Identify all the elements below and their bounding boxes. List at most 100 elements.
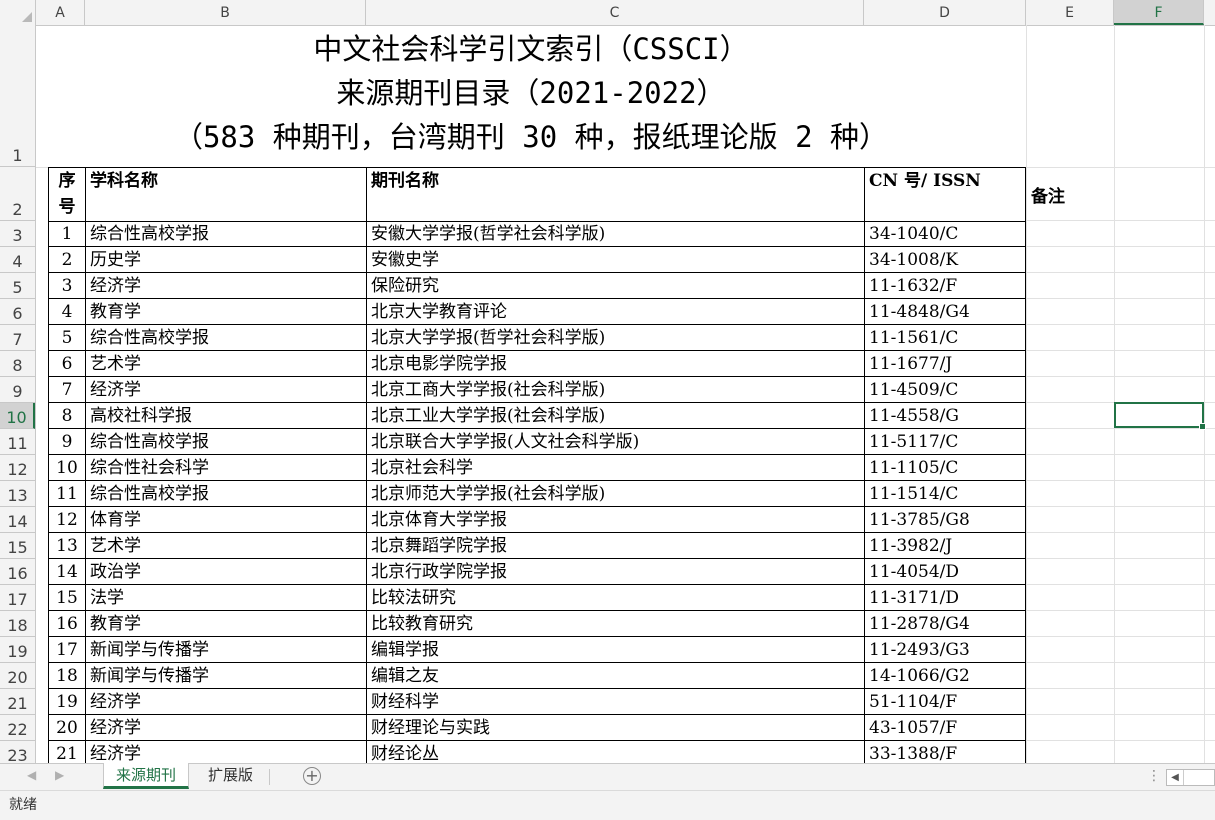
- header-subject[interactable]: 学科名称: [85, 168, 366, 222]
- cell-journal[interactable]: 北京师范大学学报(社会科学版): [366, 481, 864, 507]
- cell-cn[interactable]: 11-4848/G4: [864, 299, 1026, 325]
- cell-seq[interactable]: 16: [48, 611, 85, 637]
- row-header-13[interactable]: 13: [0, 481, 35, 507]
- prev-sheet-icon[interactable]: ◀: [27, 768, 36, 782]
- cell-cn[interactable]: 11-4558/G: [864, 403, 1026, 429]
- cell-subject[interactable]: 新闻学与传播学: [85, 663, 366, 689]
- cell-subject[interactable]: 艺术学: [85, 351, 366, 377]
- cell-subject[interactable]: 综合性高校学报: [85, 481, 366, 507]
- column-header-b[interactable]: B: [85, 0, 366, 25]
- cell-seq[interactable]: 19: [48, 689, 85, 715]
- cell-seq[interactable]: 17: [48, 637, 85, 663]
- cell-subject[interactable]: 综合性社会科学: [85, 455, 366, 481]
- cell-seq[interactable]: 7: [48, 377, 85, 403]
- row-header-21[interactable]: 21: [0, 689, 35, 715]
- cell-journal[interactable]: 财经论丛: [366, 741, 864, 763]
- cell-cn[interactable]: 11-4509/C: [864, 377, 1026, 403]
- cell-seq[interactable]: 10: [48, 455, 85, 481]
- cell-cn[interactable]: 11-2878/G4: [864, 611, 1026, 637]
- cell-subject[interactable]: 历史学: [85, 247, 366, 273]
- row-header-5[interactable]: 5: [0, 273, 35, 299]
- sheet-tab-extended[interactable]: 扩展版: [196, 763, 265, 789]
- cell-journal[interactable]: 安徽大学学报(哲学社会科学版): [366, 221, 864, 247]
- cell-subject[interactable]: 新闻学与传播学: [85, 637, 366, 663]
- row-header-20[interactable]: 20: [0, 663, 35, 689]
- cell-cn[interactable]: 11-4054/D: [864, 559, 1026, 585]
- cell-cn[interactable]: 51-1104/F: [864, 689, 1026, 715]
- cell-cn[interactable]: 33-1388/F: [864, 741, 1026, 763]
- cell-seq[interactable]: 13: [48, 533, 85, 559]
- more-options-icon[interactable]: ⋮: [1147, 768, 1161, 784]
- cell-cn[interactable]: 11-3982/J: [864, 533, 1026, 559]
- cell-subject[interactable]: 经济学: [85, 273, 366, 299]
- cell-subject[interactable]: 教育学: [85, 611, 366, 637]
- cell-cn[interactable]: 11-5117/C: [864, 429, 1026, 455]
- cell-seq[interactable]: 15: [48, 585, 85, 611]
- cell-journal[interactable]: 北京电影学院学报: [366, 351, 864, 377]
- row-header-10[interactable]: 10: [0, 403, 35, 429]
- cell-subject[interactable]: 综合性高校学报: [85, 429, 366, 455]
- cell-cn[interactable]: 11-3171/D: [864, 585, 1026, 611]
- column-header-a[interactable]: A: [36, 0, 85, 25]
- header-cn[interactable]: CN 号/ ISSN: [864, 168, 1026, 222]
- cell-seq[interactable]: 11: [48, 481, 85, 507]
- cell-subject[interactable]: 综合性高校学报: [85, 221, 366, 247]
- cell-cn[interactable]: 11-1514/C: [864, 481, 1026, 507]
- row-header-12[interactable]: 12: [0, 455, 35, 481]
- cell-journal[interactable]: 北京大学学报(哲学社会科学版): [366, 325, 864, 351]
- cell-journal[interactable]: 北京舞蹈学院学报: [366, 533, 864, 559]
- cell-seq[interactable]: 3: [48, 273, 85, 299]
- cell-cn[interactable]: 34-1040/C: [864, 221, 1026, 247]
- select-all-corner[interactable]: [0, 0, 36, 25]
- cell-journal[interactable]: 北京行政学院学报: [366, 559, 864, 585]
- row-header-7[interactable]: 7: [0, 325, 35, 351]
- cell-seq[interactable]: 20: [48, 715, 85, 741]
- cell-journal[interactable]: 北京体育大学学报: [366, 507, 864, 533]
- spreadsheet-grid[interactable]: 中文社会科学引文索引（CSSCI） 来源期刊目录（2021-2022） （583…: [36, 25, 1215, 763]
- row-header-9[interactable]: 9: [0, 377, 35, 403]
- cell-journal[interactable]: 北京联合大学学报(人文社会科学版): [366, 429, 864, 455]
- cell-journal[interactable]: 比较法研究: [366, 585, 864, 611]
- cell-subject[interactable]: 艺术学: [85, 533, 366, 559]
- sheet-tab-source-journals[interactable]: 来源期刊: [103, 763, 190, 789]
- cell-subject[interactable]: 经济学: [85, 741, 366, 763]
- cell-seq[interactable]: 2: [48, 247, 85, 273]
- fill-handle[interactable]: [1199, 423, 1206, 430]
- cell-cn[interactable]: 11-1561/C: [864, 325, 1026, 351]
- cell-journal[interactable]: 北京工商大学学报(社会科学版): [366, 377, 864, 403]
- row-header-1[interactable]: 1: [0, 25, 35, 167]
- cell-seq[interactable]: 5: [48, 325, 85, 351]
- row-header-16[interactable]: 16: [0, 559, 35, 585]
- next-sheet-icon[interactable]: ▶: [55, 768, 64, 782]
- cell-cn[interactable]: 11-2493/G3: [864, 637, 1026, 663]
- cell-subject[interactable]: 教育学: [85, 299, 366, 325]
- row-header-2[interactable]: 2: [0, 167, 35, 221]
- cell-cn[interactable]: 11-1632/F: [864, 273, 1026, 299]
- cell-cn[interactable]: 14-1066/G2: [864, 663, 1026, 689]
- cell-seq[interactable]: 6: [48, 351, 85, 377]
- cell-seq[interactable]: 4: [48, 299, 85, 325]
- row-header-14[interactable]: 14: [0, 507, 35, 533]
- column-header-c[interactable]: C: [366, 0, 864, 25]
- column-header-f[interactable]: F: [1114, 0, 1204, 25]
- row-header-17[interactable]: 17: [0, 585, 35, 611]
- cell-journal[interactable]: 安徽史学: [366, 247, 864, 273]
- cell-journal[interactable]: 北京社会科学: [366, 455, 864, 481]
- column-header-d[interactable]: D: [864, 0, 1026, 25]
- cell-seq[interactable]: 9: [48, 429, 85, 455]
- cell-seq[interactable]: 8: [48, 403, 85, 429]
- row-header-22[interactable]: 22: [0, 715, 35, 741]
- cell-seq[interactable]: 14: [48, 559, 85, 585]
- row-header-3[interactable]: 3: [0, 221, 35, 247]
- cell-subject[interactable]: 经济学: [85, 689, 366, 715]
- header-journal[interactable]: 期刊名称: [366, 168, 864, 222]
- row-header-15[interactable]: 15: [0, 533, 35, 559]
- horizontal-scrollbar[interactable]: ◀: [1166, 769, 1215, 786]
- cell-journal[interactable]: 编辑之友: [366, 663, 864, 689]
- cell-journal[interactable]: 北京工业大学学报(社会科学版): [366, 403, 864, 429]
- cell-cn[interactable]: 34-1008/K: [864, 247, 1026, 273]
- cell-seq[interactable]: 12: [48, 507, 85, 533]
- cell-seq[interactable]: 1: [48, 221, 85, 247]
- cell-journal[interactable]: 财经科学: [366, 689, 864, 715]
- cell-journal[interactable]: 财经理论与实践: [366, 715, 864, 741]
